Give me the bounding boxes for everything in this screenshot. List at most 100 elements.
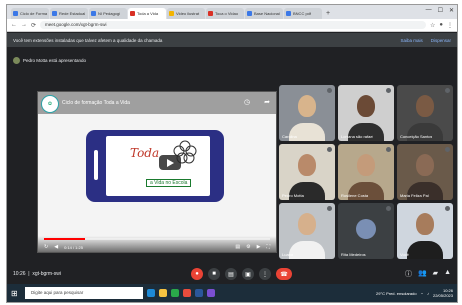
edge-icon[interactable] xyxy=(171,289,179,297)
participant-face xyxy=(298,213,316,235)
participants-grid: Carolina Lorrana são rafael Conceição Sant… xyxy=(279,85,455,260)
more-options-button[interactable]: ⋮ xyxy=(259,268,271,280)
browser-tab[interactable]: Base Nacional xyxy=(245,8,283,19)
video-progress-bar[interactable] xyxy=(44,238,270,240)
participant-tile[interactable]: Conceição Santos xyxy=(397,85,453,141)
presenter-banner: Pedro Motta está apresentando xyxy=(13,55,86,65)
participant-tile[interactable]: Lorrana são rafael xyxy=(338,85,394,141)
phone-screen: Toda a Vida no Escola xyxy=(106,136,210,196)
back-arrow-icon[interactable]: ← xyxy=(11,22,17,28)
mic-status-icon xyxy=(445,147,450,152)
reload-icon[interactable]: ⟳ xyxy=(31,22,36,29)
browser-tab[interactable]: NI Pedagogi xyxy=(89,8,127,19)
browser-tab[interactable]: Ciclo de Forma xyxy=(11,8,49,19)
maximize-button[interactable]: ☐ xyxy=(438,7,443,14)
profile-icon[interactable]: ● xyxy=(439,22,443,29)
tab-label: BNCC pdf xyxy=(293,11,312,16)
phone-illustration: Toda a Vida no Escola xyxy=(86,130,224,202)
windows-start-icon[interactable]: ⊞ xyxy=(11,289,21,298)
people-icon[interactable]: 👥 xyxy=(418,269,427,279)
task-view-icon[interactable] xyxy=(147,289,155,297)
wifi-icon[interactable]: ◔ xyxy=(421,291,423,296)
learn-more-link[interactable]: Saiba mais xyxy=(400,38,422,43)
tab-label: NI Pedagogi xyxy=(98,11,121,16)
participant-name: Você xyxy=(400,252,409,257)
participant-face xyxy=(298,154,316,176)
participant-name: Pedro Motta xyxy=(282,193,304,198)
channel-logo[interactable]: ✿ xyxy=(41,95,59,113)
browser-tab[interactable]: BNCC pdf xyxy=(284,8,322,19)
participant-face xyxy=(357,154,375,176)
notice-text: Você tem extensões instaladas que talvez… xyxy=(13,37,163,43)
participant-tile[interactable]: Você xyxy=(397,203,453,259)
speaker-icon[interactable]: ♪ xyxy=(427,291,429,296)
participant-avatar xyxy=(356,219,376,239)
presentation-stage[interactable]: ✿ Ciclo de formação Toda a Vida ◷ ➦ Toda… xyxy=(37,91,277,253)
participant-tile[interactable]: Luana xyxy=(279,203,335,259)
camera-button[interactable]: ■ xyxy=(208,268,220,280)
tab-favicon-icon xyxy=(91,11,96,16)
weather-text[interactable]: 29°C Pred. ensolarado xyxy=(376,291,417,296)
taskbar-clock[interactable]: 10:26 22/05/2023 xyxy=(433,288,453,298)
chat-icon[interactable]: ▰ xyxy=(433,269,438,279)
activities-icon[interactable]: ▲ xyxy=(444,269,451,279)
word-icon[interactable] xyxy=(195,289,203,297)
video-time: 0:14 / 1:25 xyxy=(64,244,83,250)
browser-tab[interactable]: Video ilustrat xyxy=(167,8,205,19)
participant-name: Luana xyxy=(282,252,294,257)
phone-speaker-icon xyxy=(94,150,98,180)
watch-later-icon[interactable]: ◷ xyxy=(244,98,250,106)
tab-favicon-icon xyxy=(52,11,57,16)
presenter-avatar xyxy=(13,56,20,64)
tab-favicon-icon xyxy=(169,11,174,16)
meeting-code[interactable]: xgt-bgrm-swi xyxy=(32,271,61,277)
forward-arrow-icon[interactable]: → xyxy=(21,22,27,28)
close-window-button[interactable]: ✕ xyxy=(449,7,454,14)
share-icon[interactable]: ➦ xyxy=(264,98,270,106)
settings-icon[interactable]: ⚙ xyxy=(246,244,250,250)
subtitles-icon[interactable]: ▤ xyxy=(235,244,240,250)
present-button[interactable]: ▣ xyxy=(242,268,254,280)
video-top-bar: ✿ Ciclo de formação Toda a Vida ◷ ➦ xyxy=(38,92,276,114)
participant-tile[interactable]: Carolina xyxy=(279,85,335,141)
participant-tile[interactable]: Pedro Motta xyxy=(279,144,335,200)
participant-face xyxy=(357,95,375,117)
browser-tab[interactable]: Toda a Vida xyxy=(128,8,166,19)
dismiss-link[interactable]: Dispensar xyxy=(431,38,451,43)
presenter-text: Pedro Motta está apresentando xyxy=(23,57,87,63)
meeting-info: 10:26 | xgt-bgrm-swi xyxy=(13,271,61,277)
leave-call-button[interactable]: ☎ xyxy=(276,268,292,280)
youtube-logo[interactable]: ▶ xyxy=(257,244,261,250)
browser-tab[interactable]: Toca o Vidao xyxy=(206,8,244,19)
new-tab-button[interactable]: + xyxy=(326,8,330,19)
fullscreen-icon[interactable]: ⛶ xyxy=(266,244,270,250)
participant-tile[interactable]: Maria Feliza Pal xyxy=(397,144,453,200)
tab-favicon-icon xyxy=(247,11,252,16)
play-button[interactable] xyxy=(159,155,181,170)
captions-button[interactable]: ▤ xyxy=(225,268,237,280)
call-control-bar: 10:26 | xgt-bgrm-swi ● ■ ▤ ▣ ⋮ ☎ ⓘ 👥 ▰ ▲ xyxy=(7,265,457,283)
menu-icon[interactable]: ⋮ xyxy=(447,22,453,29)
tab-label: Toda a Vida xyxy=(137,11,159,16)
mic-off-button[interactable]: ● xyxy=(191,268,203,280)
minimize-button[interactable]: — xyxy=(426,7,432,14)
file-explorer-icon[interactable] xyxy=(159,289,167,297)
tab-label: Ciclo de Forma xyxy=(20,11,48,16)
store-icon[interactable] xyxy=(207,289,215,297)
video-title[interactable]: Ciclo de formação Toda a Vida xyxy=(62,100,130,106)
chrome-icon[interactable] xyxy=(183,289,191,297)
participant-tile[interactable]: Rita Medeiros xyxy=(338,203,394,259)
volume-icon[interactable]: ◀ xyxy=(54,244,58,250)
mic-status-icon xyxy=(445,206,450,211)
address-bar-row: ← → ⟳ meet.google.com/xgt-bgrm-swi ☆ ● ⋮ xyxy=(7,19,457,32)
participant-name: Conceição Santos xyxy=(400,134,433,139)
mic-status-icon xyxy=(386,147,391,152)
browser-tab[interactable]: Rede Estadual xyxy=(50,8,88,19)
info-icon[interactable]: ⓘ xyxy=(405,269,412,279)
window-controls: — ☐ ✕ xyxy=(426,7,454,14)
star-icon[interactable]: ☆ xyxy=(430,22,435,29)
taskbar-search-input[interactable]: Digite aqui para pesquisar xyxy=(25,287,143,299)
participant-tile[interactable]: Rosilene Costa xyxy=(338,144,394,200)
url-field[interactable]: meet.google.com/xgt-bgrm-swi xyxy=(40,21,426,29)
replay-icon[interactable]: ↻ xyxy=(44,244,48,250)
